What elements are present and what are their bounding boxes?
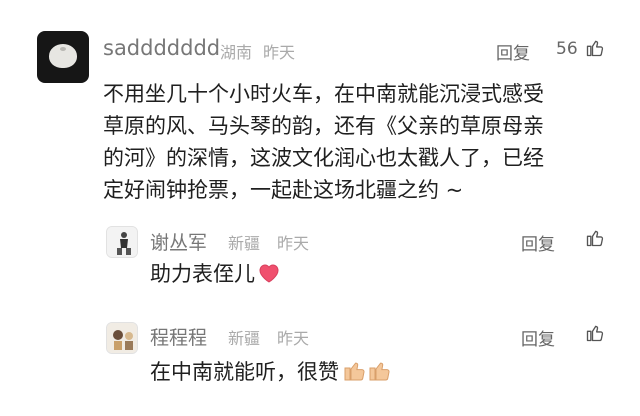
- comment-text-line-2: 草原的风、马头琴的韵，还有《父亲的草原母亲: [103, 114, 544, 138]
- reply-text: 在中南就能听，很赞: [150, 356, 393, 388]
- comment-text-line-3: 的河》的深情，这波文化润心也太戳人了，已经: [103, 146, 544, 170]
- reply-text-content: 助力表侄儿: [150, 262, 255, 286]
- thumbs-up-emoji-pair-icon: [344, 362, 390, 381]
- avatar-image: [107, 323, 137, 353]
- reply-username[interactable]: 程程程: [150, 323, 207, 350]
- reply-location: 新疆: [228, 329, 261, 348]
- heart-icon: [259, 264, 279, 283]
- reply-button[interactable]: 回复: [521, 325, 555, 350]
- reply-text-content: 在中南就能听，很赞: [150, 360, 339, 384]
- reply-time: 昨天: [277, 234, 310, 253]
- comment-text-line-1: 不用坐几十个小时火车，在中南就能沉浸式感受: [103, 82, 544, 106]
- avatar-image: [49, 44, 77, 68]
- thumbs-up-icon[interactable]: [585, 323, 605, 343]
- reply-avatar[interactable]: [106, 226, 138, 258]
- avatar[interactable]: [37, 31, 89, 83]
- like-count: 56: [556, 39, 578, 59]
- thumbs-up-icon[interactable]: [585, 228, 605, 248]
- thumbs-up-icon[interactable]: [585, 38, 605, 58]
- comment-time: 昨天: [263, 43, 296, 62]
- comment-username[interactable]: saddddddd: [103, 36, 220, 60]
- avatar-image: [107, 227, 137, 257]
- reply-button[interactable]: 回复: [496, 39, 530, 64]
- reply-time: 昨天: [277, 329, 310, 348]
- reply-button[interactable]: 回复: [521, 230, 555, 255]
- reply-username[interactable]: 谢丛军: [150, 228, 207, 255]
- reply-avatar[interactable]: [106, 322, 138, 354]
- reply-text: 助力表侄儿: [150, 258, 281, 290]
- comment-text-line-4: 定好闹钟抢票，一起赴这场北疆之约 ~: [103, 178, 464, 202]
- reply-location: 新疆: [228, 234, 261, 253]
- comment-location: 湖南: [220, 43, 253, 62]
